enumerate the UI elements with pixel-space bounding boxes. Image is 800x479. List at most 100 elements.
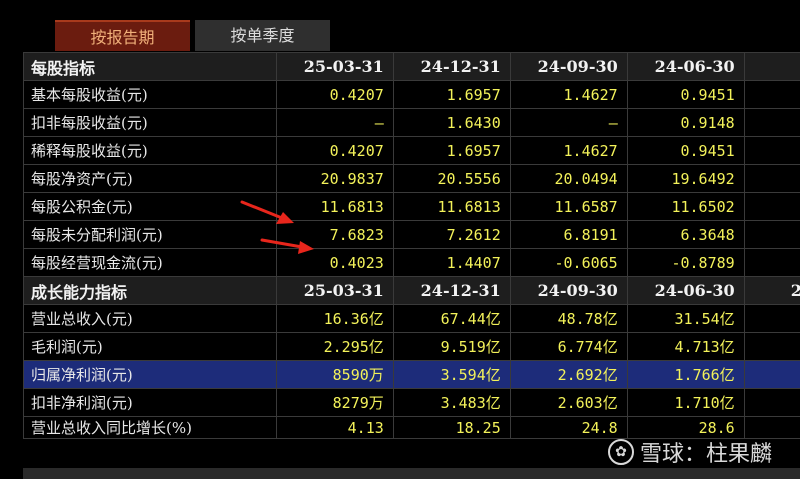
cell-value: 20.5556 bbox=[392, 164, 511, 193]
cell-value: 2 bbox=[743, 332, 800, 361]
table-row-selected[interactable]: 归属净利润(元) 8590万 3.594亿 2.692亿 1.766亿 1 bbox=[23, 360, 800, 389]
cell-value: 1 bbox=[743, 164, 800, 193]
cell-value: 1 bbox=[743, 192, 800, 221]
cell-value: 2.603亿 bbox=[509, 388, 628, 417]
table-row: 基本每股收益(元) 0.4207 1.6957 1.4627 0.9451 bbox=[23, 80, 800, 109]
cell-value: 0.4207 bbox=[275, 80, 394, 109]
financial-table: 每股指标 25-03-31 24-12-31 24-09-30 24-06-30… bbox=[23, 52, 800, 439]
cell-value: 1.4627 bbox=[509, 136, 628, 165]
row-label: 每股经营现金流(元) bbox=[23, 248, 277, 277]
cell-value: 9.519亿 bbox=[392, 332, 511, 361]
cell-value: — bbox=[509, 108, 628, 137]
cell-value: 0.9451 bbox=[626, 136, 745, 165]
cell-value: 2.295亿 bbox=[275, 332, 394, 361]
row-label: 营业总收入(元) bbox=[23, 304, 277, 333]
cell-value: 7.2612 bbox=[392, 220, 511, 249]
cell-value: 4.713亿 bbox=[626, 332, 745, 361]
cell-value: 0.9148 bbox=[626, 108, 745, 137]
period-header: 24-12-31 bbox=[392, 52, 511, 81]
row-label: 稀释每股收益(元) bbox=[23, 136, 277, 165]
annotation-arrow-icon bbox=[240, 200, 294, 224]
cell-value bbox=[743, 80, 800, 109]
cell-value: 1.4627 bbox=[509, 80, 628, 109]
period-header: 2 bbox=[743, 52, 800, 81]
table-row: 每股未分配利润(元) 7.6823 7.2612 6.8191 6.3648 bbox=[23, 220, 800, 249]
section-header-per-share: 每股指标 25-03-31 24-12-31 24-09-30 24-06-30… bbox=[23, 52, 800, 81]
period-header: 25-03-31 bbox=[275, 276, 394, 305]
section-title: 每股指标 bbox=[23, 52, 277, 81]
cell-value: 11.6502 bbox=[626, 192, 745, 221]
cell-value: 6.3648 bbox=[626, 220, 745, 249]
period-header: 24-06-30 bbox=[626, 276, 745, 305]
cell-value: 1 bbox=[743, 304, 800, 333]
financial-table-container: 每股指标 25-03-31 24-12-31 24-09-30 24-06-30… bbox=[23, 52, 800, 479]
cell-value: 20.0494 bbox=[509, 164, 628, 193]
cell-value: 1.6957 bbox=[392, 136, 511, 165]
table-row: 营业总收入(元) 16.36亿 67.44亿 48.78亿 31.54亿 1 bbox=[23, 304, 800, 333]
xueqiu-watermark: ✿ 雪球：柱果麟 bbox=[608, 435, 772, 469]
cell-value: 1.6957 bbox=[392, 80, 511, 109]
row-label: 毛利润(元) bbox=[23, 332, 277, 361]
table-row: 每股公积金(元) 11.6813 11.6813 11.6587 11.6502… bbox=[23, 192, 800, 221]
cell-value: 3.594亿 bbox=[392, 360, 511, 389]
section-header-growth: 成长能力指标 25-03-31 24-12-31 24-09-30 24-06-… bbox=[23, 276, 800, 305]
row-label: 扣非净利润(元) bbox=[23, 388, 277, 417]
row-label: 扣非每股收益(元) bbox=[23, 108, 277, 137]
table-row: 扣非每股收益(元) — 1.6430 — 0.9148 bbox=[23, 108, 800, 137]
cell-value: 1.4407 bbox=[392, 248, 511, 277]
cell-value: 1 bbox=[743, 360, 800, 389]
watermark-text: 雪球：柱果麟 bbox=[640, 442, 773, 467]
table-row: 每股经营现金流(元) 0.4023 1.4407 -0.6065 -0.8789 bbox=[23, 248, 800, 277]
cell-value: -0.6065 bbox=[509, 248, 628, 277]
table-row: 稀释每股收益(元) 0.4207 1.6957 1.4627 0.9451 bbox=[23, 136, 800, 165]
cell-value: 1.710亿 bbox=[626, 388, 745, 417]
cell-value: 11.6813 bbox=[392, 192, 511, 221]
cell-value: 48.78亿 bbox=[509, 304, 628, 333]
cell-value bbox=[743, 220, 800, 249]
cell-value: 6.774亿 bbox=[509, 332, 628, 361]
table-row: 每股净资产(元) 20.9837 20.5556 20.0494 19.6492… bbox=[23, 164, 800, 193]
cell-value bbox=[743, 248, 800, 277]
snowball-logo-icon: ✿ bbox=[608, 439, 634, 465]
period-header: 24-09-30 bbox=[509, 276, 628, 305]
period-header: 25-03-31 bbox=[275, 52, 394, 81]
horizontal-scrollbar[interactable] bbox=[23, 468, 800, 479]
cell-value: 8590万 bbox=[275, 360, 394, 389]
tab-bar: 按报告期 按单季度 bbox=[0, 0, 800, 52]
table-row: 扣非净利润(元) 8279万 3.483亿 2.603亿 1.710亿 1 bbox=[23, 388, 800, 417]
cell-value: 18.25 bbox=[392, 416, 511, 439]
row-label: 营业总收入同比增长(%) bbox=[23, 416, 277, 439]
cell-value: 6.8191 bbox=[509, 220, 628, 249]
cell-value: 0.4207 bbox=[275, 136, 394, 165]
period-header: 24 bbox=[743, 276, 800, 305]
row-label: 基本每股收益(元) bbox=[23, 80, 277, 109]
period-header: 24-06-30 bbox=[626, 52, 745, 81]
cell-value: 1 bbox=[743, 388, 800, 417]
cell-value bbox=[743, 136, 800, 165]
period-header: 24-12-31 bbox=[392, 276, 511, 305]
cell-value: 20.9837 bbox=[275, 164, 394, 193]
cell-value: 19.6492 bbox=[626, 164, 745, 193]
cell-value: 16.36亿 bbox=[275, 304, 394, 333]
cell-value: 31.54亿 bbox=[626, 304, 745, 333]
table-row: 毛利润(元) 2.295亿 9.519亿 6.774亿 4.713亿 2 bbox=[23, 332, 800, 361]
cell-value: 1.6430 bbox=[392, 108, 511, 137]
cell-value: 4.13 bbox=[275, 416, 394, 439]
cell-value bbox=[743, 108, 800, 137]
tab-report-period[interactable]: 按报告期 bbox=[55, 20, 190, 51]
tab-by-quarter[interactable]: 按单季度 bbox=[195, 20, 330, 51]
cell-value: 1.766亿 bbox=[626, 360, 745, 389]
row-label: 归属净利润(元) bbox=[23, 360, 277, 389]
cell-value: — bbox=[275, 108, 394, 137]
section-title: 成长能力指标 bbox=[23, 276, 277, 305]
period-header: 24-09-30 bbox=[509, 52, 628, 81]
cell-value: 0.9451 bbox=[626, 80, 745, 109]
cell-value: 8279万 bbox=[275, 388, 394, 417]
cell-value: 3.483亿 bbox=[392, 388, 511, 417]
cell-value: 67.44亿 bbox=[392, 304, 511, 333]
cell-value: 11.6587 bbox=[509, 192, 628, 221]
cell-value: 2.692亿 bbox=[509, 360, 628, 389]
cell-value: -0.8789 bbox=[626, 248, 745, 277]
annotation-arrow-icon bbox=[260, 238, 314, 254]
row-label: 每股净资产(元) bbox=[23, 164, 277, 193]
